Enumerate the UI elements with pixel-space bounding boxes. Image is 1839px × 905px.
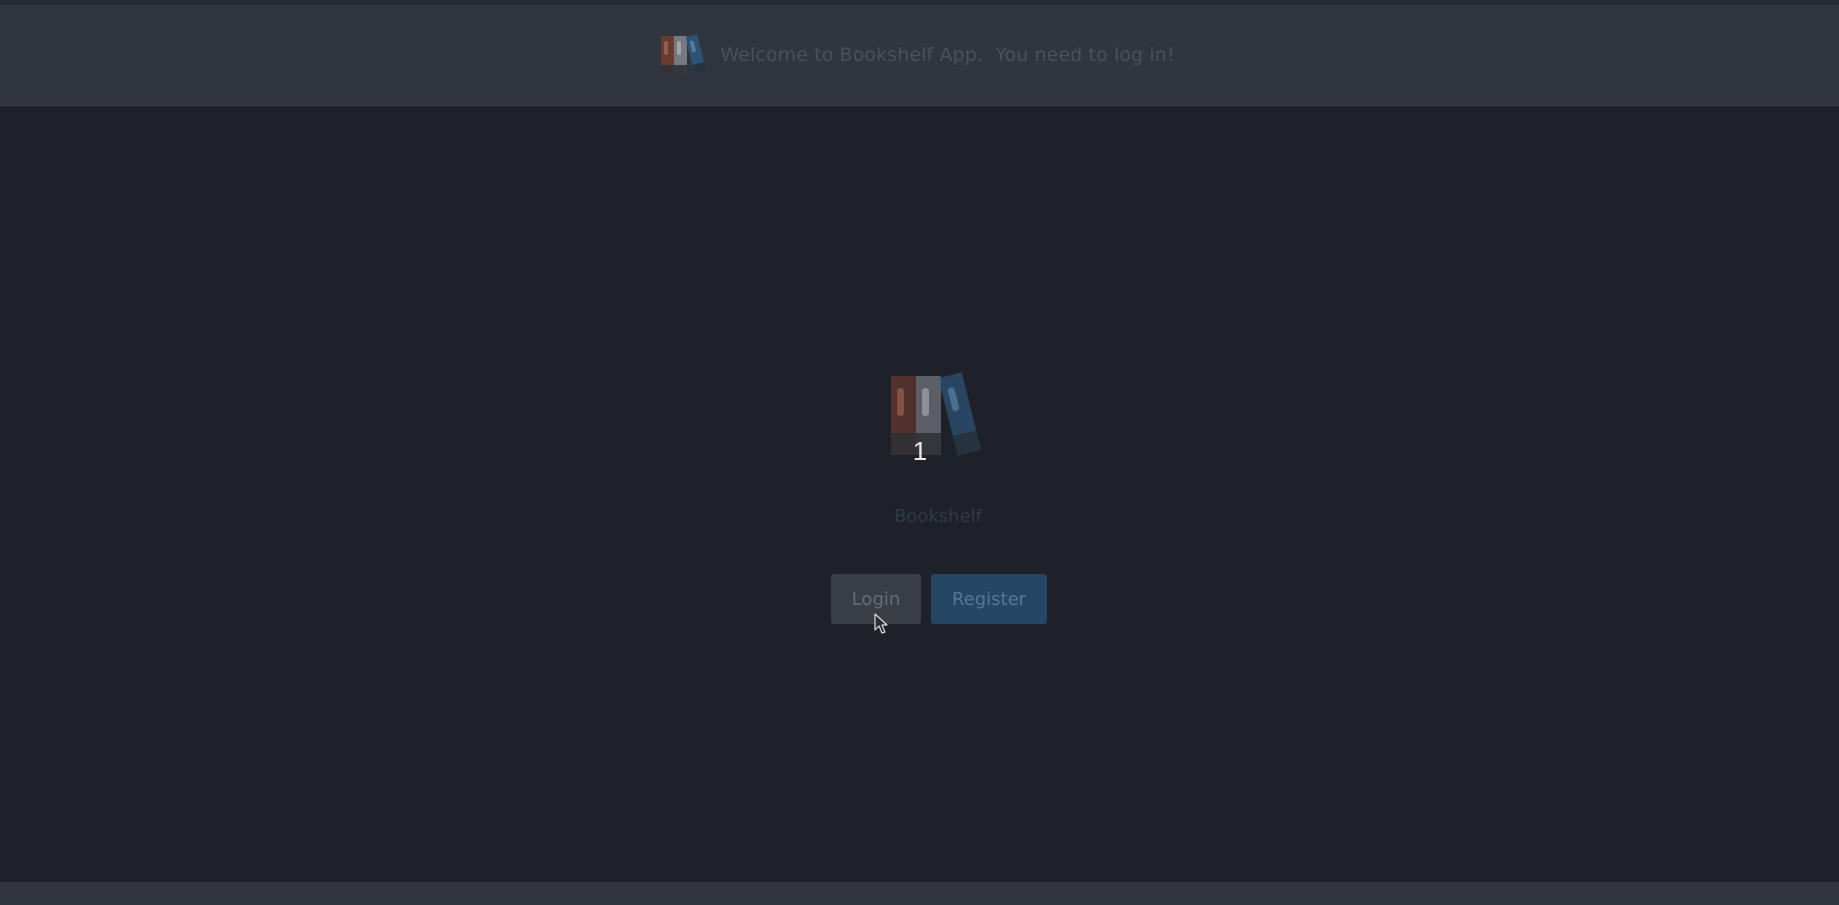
welcome-banner-content: Welcome to Bookshelf App. You need to lo…: [660, 33, 1174, 77]
welcome-banner: Welcome to Bookshelf App. You need to lo…: [0, 5, 1839, 106]
step-number: 1: [912, 436, 928, 466]
mouse-pointer-icon: [874, 613, 888, 634]
register-button[interactable]: Register: [931, 574, 1047, 624]
welcome-message: Welcome to Bookshelf App. You need to lo…: [720, 44, 1175, 66]
bookshelf-logo-icon: [891, 372, 982, 456]
app-name: Bookshelf: [894, 506, 982, 527]
bookshelf-logo-icon: [661, 34, 707, 74]
landing-hero: 1 Bookshelf Login Register: [0, 106, 1839, 882]
footer-bar: [0, 882, 1839, 905]
main-content: 1 Bookshelf Login Register: [0, 106, 1839, 882]
